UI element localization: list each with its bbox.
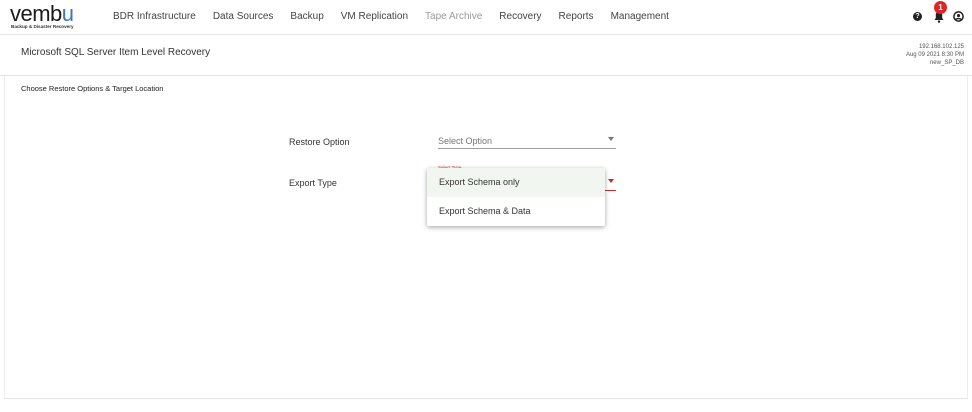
session-info: 192.168.102.125 Aug 09 2021 8:30 PM new_… — [906, 43, 964, 67]
nav-item-reports[interactable]: Reports — [559, 11, 594, 22]
nav-item-vm-replication[interactable]: VM Replication — [341, 11, 408, 22]
chevron-down-icon — [608, 179, 614, 183]
nav-item-backup[interactable]: Backup — [290, 11, 323, 22]
header-actions: ? 1 — [904, 1, 964, 28]
option-export-schema-only[interactable]: Export Schema only — [427, 168, 605, 197]
page-header: Microsoft SQL Server Item Level Recovery… — [0, 35, 972, 76]
server-ip: 192.168.102.125 — [918, 44, 964, 50]
option-export-schema-and-data[interactable]: Export Schema & Data — [427, 197, 605, 226]
help-icon[interactable]: ? — [913, 12, 922, 21]
restore-option-select[interactable]: Select Option — [438, 134, 616, 149]
nav-item-data-sources[interactable]: Data Sources — [213, 11, 274, 22]
logo-tagline: Backup & Disaster Recovery — [11, 24, 74, 29]
section-title: Choose Restore Options & Target Location — [21, 84, 164, 93]
user-icon[interactable] — [953, 11, 964, 22]
page-title: Microsoft SQL Server Item Level Recovery — [21, 47, 211, 58]
nav-item-recovery[interactable]: Recovery — [499, 11, 541, 22]
nav-item-tape-archive[interactable]: Tape Archive — [425, 11, 482, 22]
main-menu: BDR Infrastructure Data Sources Backup V… — [113, 11, 686, 22]
chevron-down-icon — [608, 137, 614, 141]
top-navigation-bar: vembu Backup & Disaster Recovery BDR Inf… — [0, 0, 972, 35]
export-type-dropdown-menu: Export Schema only Export Schema & Data — [427, 168, 605, 226]
nav-item-bdr-infrastructure[interactable]: BDR Infrastructure — [113, 11, 196, 22]
database-name: new_SP_DB — [929, 60, 964, 66]
session-datetime: Aug 09 2021 8:30 PM — [905, 52, 964, 58]
nav-item-management[interactable]: Management — [611, 11, 669, 22]
export-type-label: Export Type — [289, 178, 337, 188]
content-panel — [4, 76, 968, 399]
vembu-logo[interactable]: vembu Backup & Disaster Recovery — [10, 1, 90, 30]
restore-option-placeholder: Select Option — [438, 136, 493, 146]
notification-count-badge: 1 — [934, 1, 947, 14]
restore-option-label: Restore Option — [289, 137, 350, 147]
